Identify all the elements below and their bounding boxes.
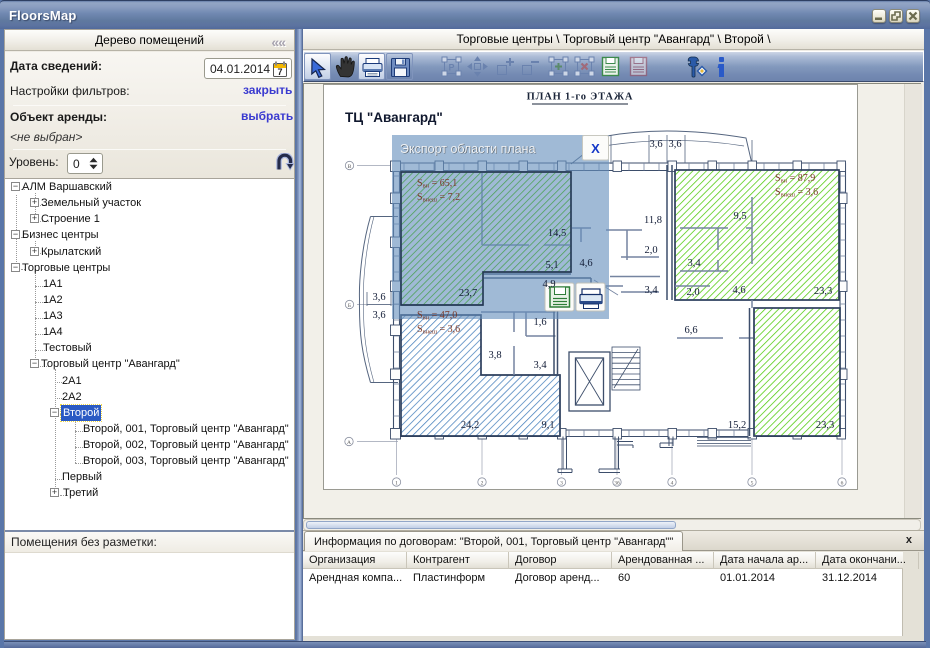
svg-text:Экспорт области плана: Экспорт области плана <box>400 142 536 156</box>
svg-text:А: А <box>347 440 351 446</box>
svg-text:3,6: 3,6 <box>649 139 662 150</box>
svg-text:ТЦ "Авангард": ТЦ "Авангард" <box>345 110 443 125</box>
svg-text:ПЛАН 1-го ЭТАЖА: ПЛАН 1-го ЭТАЖА <box>527 92 634 103</box>
svg-text:1,6: 1,6 <box>533 317 546 328</box>
svg-text:3,4: 3,4 <box>644 285 658 296</box>
svg-text:9,1: 9,1 <box>541 420 554 431</box>
svg-text:В: В <box>348 164 352 170</box>
svg-text:23,3: 23,3 <box>816 420 834 431</box>
svg-text:3,6: 3,6 <box>372 310 385 321</box>
svg-text:5: 5 <box>751 480 754 486</box>
svg-text:P: P <box>448 63 454 73</box>
svg-text:7: 7 <box>277 67 282 77</box>
svg-text:Б: Б <box>348 303 351 309</box>
svg-text:1: 1 <box>395 480 398 486</box>
svg-text:3,8: 3,8 <box>488 350 501 361</box>
svg-text:15,2: 15,2 <box>728 420 746 431</box>
svg-text:3,6: 3,6 <box>372 292 385 303</box>
svg-text:2,0: 2,0 <box>644 245 657 256</box>
svg-text:24,2: 24,2 <box>461 420 479 431</box>
svg-text:14,5: 14,5 <box>548 228 566 239</box>
svg-text:6,6: 6,6 <box>684 325 697 336</box>
svg-text:3,4: 3,4 <box>533 360 547 371</box>
svg-text:23,7: 23,7 <box>459 288 477 299</box>
svg-text:3,6: 3,6 <box>668 139 681 150</box>
svg-text:2: 2 <box>481 480 484 486</box>
svg-text:5,1: 5,1 <box>545 260 558 271</box>
svg-text:2,0: 2,0 <box>686 287 699 298</box>
svg-text:X: X <box>591 141 600 156</box>
svg-text:6: 6 <box>841 480 844 486</box>
svg-text:4,6: 4,6 <box>579 258 592 269</box>
svg-text:4,9: 4,9 <box>542 279 555 290</box>
svg-text:23,3: 23,3 <box>814 286 832 297</box>
svg-text:3б: 3б <box>614 479 620 486</box>
svg-text:3: 3 <box>560 480 563 486</box>
svg-text:11,8: 11,8 <box>644 215 662 226</box>
svg-text:3,4: 3,4 <box>687 258 701 269</box>
svg-text:9,5: 9,5 <box>733 211 746 222</box>
svg-text:4,6: 4,6 <box>732 285 745 296</box>
svg-text:4: 4 <box>671 480 674 486</box>
